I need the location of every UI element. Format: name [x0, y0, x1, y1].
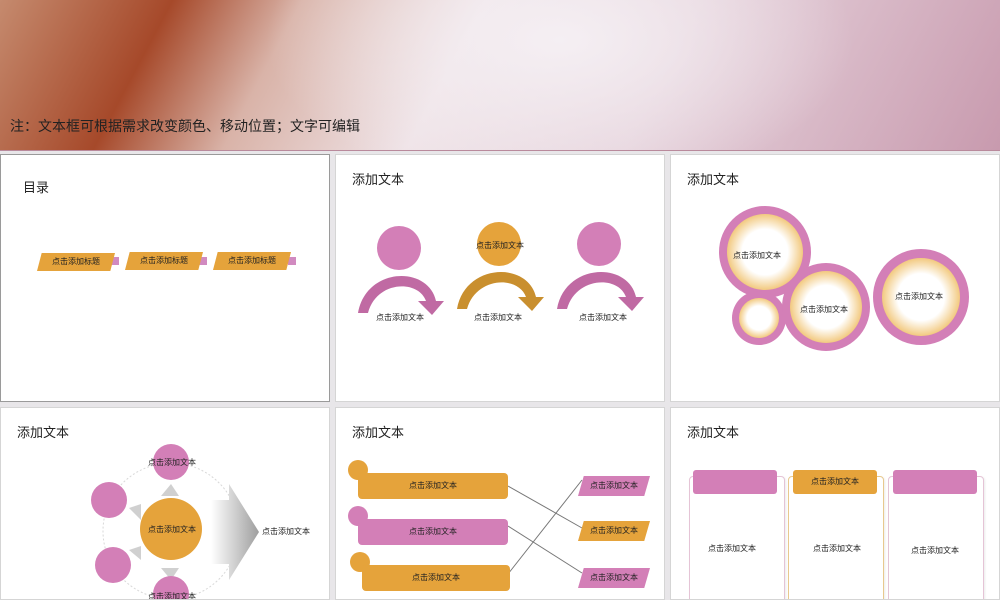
title-tag-1: 点击添加标题: [37, 253, 115, 271]
person-arc-1: [358, 276, 444, 315]
circle-label-1: 点击添加文本: [733, 251, 781, 260]
slide-thumbnail-2[interactable]: 添加文本 点击添加文本 点击添加文本 点击添加文本 点击添加文本: [335, 154, 665, 402]
title-tag-3: 点击添加标题: [213, 252, 291, 270]
cycle-center-label: 点击添加文本: [148, 525, 196, 534]
card-3-head: [893, 470, 977, 494]
card-2-head: 点击添加文本: [793, 470, 877, 494]
slide-thumbnail-3[interactable]: 添加文本 点击添加文本 点击添加文本 点击添加文本: [670, 154, 1000, 402]
arrow-label: 点击添加文本: [262, 527, 310, 536]
person-label-3: 点击添加文本: [579, 313, 627, 322]
person-label-2: 点击添加文本: [474, 313, 522, 322]
card-3: [888, 476, 984, 599]
cycle-top-label: 点击添加文本: [148, 458, 196, 467]
slide-title: 添加文本: [687, 425, 740, 440]
circle-label-3: 点击添加文本: [895, 292, 943, 301]
card-3-body: 点击添加文本: [911, 546, 959, 555]
slide-thumbnail-1[interactable]: 目录 点击添加标题 点击添加标题 点击添加标题: [0, 154, 330, 402]
right-box-2: 点击添加文本: [578, 521, 650, 541]
card-1: [689, 476, 785, 599]
banner-note: 注：文本框可根据需求改变颜色、移动位置；文字可编辑: [10, 118, 360, 134]
title-tag-2: 点击添加标题: [125, 252, 203, 270]
person-label-1: 点击添加文本: [376, 313, 424, 322]
people-graphic: [358, 222, 644, 315]
cycle-left-bottom: [95, 547, 131, 583]
right-box-1: 点击添加文本: [578, 476, 650, 496]
circles-graphic: [719, 206, 969, 351]
card-2: [788, 476, 884, 599]
card-2-body: 点击添加文本: [813, 544, 861, 553]
left-box-3: 点击添加文本: [362, 565, 510, 591]
circle-label-2: 点击添加文本: [800, 305, 848, 314]
left-box-1: 点击添加文本: [358, 473, 508, 499]
left-box-2: 点击添加文本: [358, 519, 508, 545]
head-label: 点击添加文本: [476, 241, 524, 250]
header-banner: 注：文本框可根据需求改变颜色、移动位置；文字可编辑: [0, 0, 1000, 151]
big-arrow: [211, 484, 259, 580]
right-box-3: 点击添加文本: [578, 568, 650, 588]
slide-thumbnail-6[interactable]: 添加文本 点击添加文本 点击添加文本 点击添加文本 点击添加文本: [670, 407, 1000, 600]
person-head-1: [377, 226, 421, 270]
slide-thumbnail-5[interactable]: 添加文本 点击添加文本 点击添加文本 点击添加文本 点击添加文本 点击添加文本 …: [335, 407, 665, 600]
slide-thumbnail-4[interactable]: 添加文本 点击添加文本 点击添加文本 点击添加文本 点击添加文本: [0, 407, 330, 600]
cycle-bottom-label: 点击添加文本: [148, 592, 196, 600]
cycle-graphic: [91, 444, 259, 599]
card-1-body: 点击添加文本: [708, 544, 756, 553]
slide-title: 目录: [23, 180, 50, 195]
person-head-3: [577, 222, 621, 266]
card-1-head: [693, 470, 777, 494]
person-arc-3: [557, 272, 644, 311]
cycle-left-top: [91, 482, 127, 518]
person-arc-2: [457, 272, 544, 311]
